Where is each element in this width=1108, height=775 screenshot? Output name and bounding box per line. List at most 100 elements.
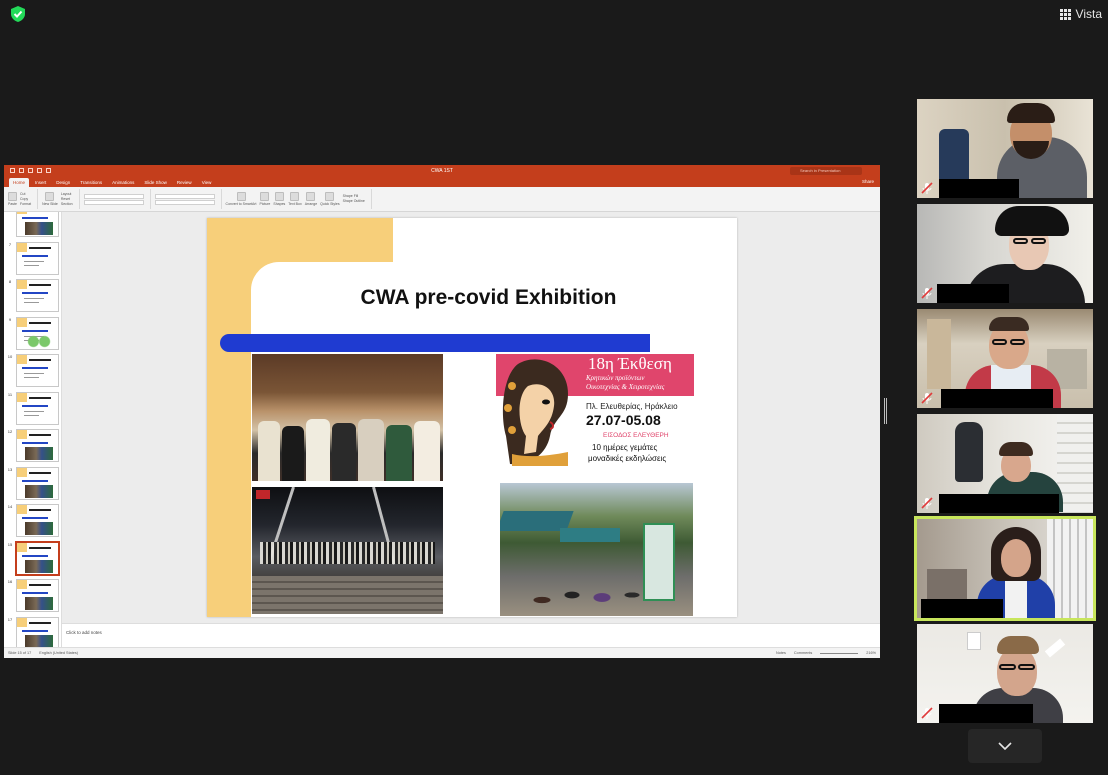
- slide-preview: [16, 354, 59, 387]
- slide-number: 7: [8, 241, 12, 247]
- gallery-scroll-button[interactable]: [968, 729, 1042, 763]
- section-button[interactable]: Section: [61, 202, 73, 207]
- format-button[interactable]: Format: [20, 202, 31, 207]
- tab-insert[interactable]: Insert: [31, 178, 50, 187]
- picture-button[interactable]: Picture: [259, 192, 270, 206]
- zoom-level[interactable]: 216%: [866, 651, 876, 655]
- name-redaction: [939, 494, 1059, 513]
- participant-tile[interactable]: [917, 204, 1093, 303]
- view-button[interactable]: Vista: [1059, 5, 1102, 23]
- name-redaction: [921, 599, 1003, 618]
- shield-check-icon[interactable]: [9, 5, 27, 23]
- slide-thumbnail[interactable]: 17: [6, 616, 61, 648]
- slide-preview: [16, 316, 59, 350]
- alignment-row[interactable]: [154, 199, 215, 205]
- arrange-button[interactable]: Arrange: [305, 192, 317, 206]
- poster-line2: Οικοτεχνίας & Χειροτεχνίας: [586, 383, 665, 391]
- status-bar: Slide 15 of 17 English (United States) N…: [4, 647, 880, 658]
- tab-design[interactable]: Design: [52, 178, 74, 187]
- paragraph-row[interactable]: [154, 193, 215, 199]
- current-slide[interactable]: CWA pre-covid Exhibition 18η Έκθεση Κρητ…: [207, 218, 737, 617]
- notes-field[interactable]: Click to add notes: [62, 623, 880, 648]
- mic-muted-icon: [921, 497, 933, 509]
- shapes-button[interactable]: Shapes: [273, 192, 285, 206]
- slide-number: 14: [7, 504, 13, 509]
- slide-number: 10: [7, 354, 13, 359]
- slide-thumbnail[interactable]: 12: [6, 429, 61, 464]
- slide-thumbnail[interactable]: [6, 212, 61, 239]
- tab-slide-show[interactable]: Slide Show: [140, 178, 171, 187]
- chevron-down-icon: [998, 742, 1012, 750]
- slide-title: CWA pre-covid Exhibition: [360, 286, 617, 309]
- poster-location: Πλ. Ελευθερίας, Ηράκλειο: [586, 402, 678, 411]
- language-status[interactable]: English (United States): [39, 651, 78, 655]
- name-redaction: [941, 389, 1053, 408]
- notes-button[interactable]: Notes: [776, 651, 786, 655]
- slide-number: 17: [7, 616, 13, 622]
- participant-tile[interactable]: [917, 414, 1093, 513]
- slide-thumbnail[interactable]: 9: [6, 316, 61, 352]
- name-redaction: [939, 704, 1033, 723]
- tab-view[interactable]: View: [198, 178, 216, 187]
- ribbon-tabs: Home Insert Design Transitions Animation…: [4, 177, 880, 187]
- new-slide-button[interactable]: New Slide: [42, 192, 58, 206]
- zoom-slider[interactable]: [820, 652, 859, 654]
- participant-tile[interactable]: [917, 99, 1093, 198]
- ppt-title-bar: CWA 1ST Search in Presentation: [4, 165, 880, 177]
- slide-number: 8: [8, 279, 12, 284]
- slide-thumbnail[interactable]: 16: [6, 579, 61, 614]
- slide-thumbnail[interactable]: 8: [6, 279, 61, 314]
- font-format-row[interactable]: [83, 199, 144, 205]
- poster-free-entry: ΕΙΣΟΔΟΣ ΕΛΕΥΘΕΡΗ: [603, 432, 669, 439]
- slide-thumbnail[interactable]: 7: [6, 241, 61, 277]
- slide-thumbnails[interactable]: 7 8 9 10 11 12 13 14 15 16 17: [4, 212, 62, 648]
- slide-preview: [16, 541, 59, 575]
- quick-access-toolbar[interactable]: [10, 168, 51, 173]
- convert-smartart-button[interactable]: Convert to SmartArt: [226, 192, 256, 206]
- slide-preview: [16, 429, 59, 462]
- exhibition-poster: 18η Έκθεση Κρητικών προϊόντων Οικοτεχνία…: [496, 354, 694, 468]
- font-select[interactable]: [83, 193, 144, 199]
- slide-preview: [16, 579, 59, 612]
- poster-heading: 18η Έκθεση: [588, 354, 672, 373]
- slide-thumbnail[interactable]: 15: [6, 541, 61, 577]
- slide-preview: [16, 616, 59, 648]
- participant-tile[interactable]: [917, 624, 1093, 723]
- participant-tile[interactable]: [917, 309, 1093, 408]
- shared-screen: CWA 1ST Search in Presentation Home Inse…: [4, 165, 880, 658]
- workspace: 7 8 9 10 11 12 13 14 15 16 17 CWA pre-covid Exhibi…: [4, 212, 880, 658]
- slide-number: 9: [8, 316, 12, 322]
- slide-thumbnail[interactable]: 11: [6, 391, 61, 427]
- slide-thumbnail[interactable]: 10: [6, 354, 61, 389]
- slide-thumbnail[interactable]: 13: [6, 466, 61, 502]
- view-label: Vista: [1075, 7, 1102, 21]
- quick-styles-button[interactable]: Quick Styles: [320, 192, 340, 206]
- layout-button[interactable]: Layout: [61, 192, 73, 197]
- tab-review[interactable]: Review: [173, 178, 196, 187]
- slide-preview: [16, 391, 59, 425]
- tab-animations[interactable]: Animations: [108, 178, 138, 187]
- slide-number: 12: [7, 429, 13, 434]
- slide-number: 13: [7, 466, 13, 472]
- shape-outline-button[interactable]: Shape Outline: [343, 199, 365, 204]
- tab-transitions[interactable]: Transitions: [76, 178, 106, 187]
- poster-days-line2: μοναδικές εκδηλώσεις: [588, 454, 667, 463]
- mic-muted-icon: [921, 182, 933, 194]
- slide-preview: [16, 466, 59, 500]
- textbox-button[interactable]: Text Box: [288, 192, 302, 206]
- group-photo-evening: [252, 487, 443, 614]
- share-button[interactable]: Share: [862, 179, 874, 184]
- name-redaction: [939, 179, 1019, 198]
- slide-canvas: CWA pre-covid Exhibition 18η Έκθεση Κρητ…: [62, 212, 880, 658]
- document-title: CWA 1ST: [431, 168, 453, 174]
- slide-preview: [16, 279, 59, 312]
- search-input[interactable]: Search in Presentation: [790, 167, 862, 175]
- slide-preview: [16, 212, 59, 237]
- tab-home[interactable]: Home: [9, 178, 30, 187]
- slide-thumbnail[interactable]: 14: [6, 504, 61, 539]
- comments-button[interactable]: Comments: [794, 651, 812, 655]
- participant-tile-active-speaker[interactable]: [914, 516, 1096, 621]
- paste-button[interactable]: Paste: [8, 192, 17, 206]
- resize-handle[interactable]: [884, 398, 887, 424]
- slide-number: 11: [7, 391, 13, 397]
